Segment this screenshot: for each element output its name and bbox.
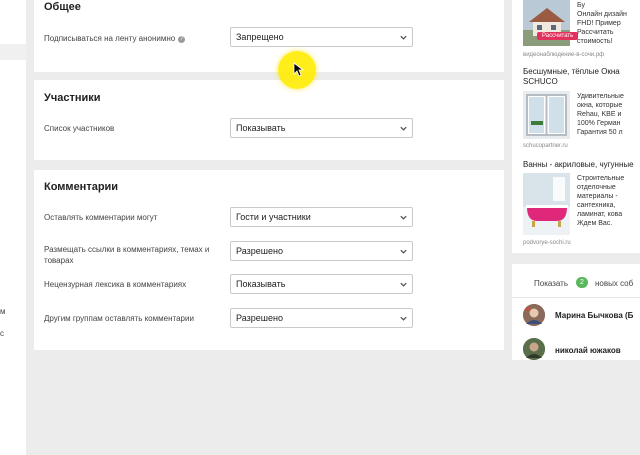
ad-3-title-line: Ванны - акриловые, чугунные <box>523 160 634 169</box>
new-count-badge[interactable]: 2 <box>576 277 588 288</box>
avatar[interactable] <box>523 338 545 360</box>
ad-1-line: Рассчитать <box>577 29 614 36</box>
row-links-label: Размещать ссылки в комментариях, темах и… <box>44 245 210 265</box>
section-general: Общее Подписываться на ленту анонимно? З… <box>34 0 504 72</box>
ad-3-line: материалы - <box>577 193 618 200</box>
anonymous-feed-select[interactable]: Запрещено <box>230 27 413 47</box>
divider <box>512 297 640 298</box>
right-column: Рассчитать Бу Онлайн дизайн FHD! Пример … <box>512 0 640 360</box>
anonymous-feed-value: Запрещено <box>236 32 284 42</box>
ad-3-line: Ждем Вас. <box>577 220 613 227</box>
links-select[interactable]: Разрешено <box>230 241 413 261</box>
ad-3-line: ламинат, кова <box>577 211 623 218</box>
ad-image-house[interactable]: Рассчитать <box>523 0 579 46</box>
ad-2-line: окна, которые <box>577 102 623 109</box>
section-members: Участники Список участников Показывать <box>34 80 504 160</box>
chevron-down-icon <box>400 316 407 321</box>
row-members-list-label: Список участников <box>44 124 115 133</box>
other-groups-value: Разрешено <box>236 313 283 323</box>
ad-2-title-line: SCHUCO <box>523 77 558 86</box>
links-value: Разрешено <box>236 246 283 256</box>
help-icon[interactable]: ? <box>178 36 186 43</box>
avatar[interactable] <box>523 304 545 326</box>
member-name[interactable]: николай южаков <box>555 346 621 355</box>
profanity-select[interactable]: Показывать <box>230 274 413 294</box>
member-name[interactable]: Марина Бычкова (Б <box>555 311 633 320</box>
section-comments-title: Комментарии <box>44 181 119 193</box>
ad-2-line: Гарантия 50 л <box>577 129 623 136</box>
left-label-a[interactable]: м <box>0 307 6 316</box>
members-list-value: Показывать <box>236 123 286 133</box>
ad-calc-badge[interactable]: Рассчитать <box>537 32 579 40</box>
chevron-down-icon <box>400 35 407 40</box>
new-events-label[interactable]: новых соб <box>595 279 633 288</box>
profanity-value: Показывать <box>236 279 286 289</box>
ad-2-url[interactable]: schucopartner.ru <box>523 143 568 149</box>
section-members-title: Участники <box>44 92 101 104</box>
chevron-down-icon <box>400 215 407 220</box>
ad-3-title[interactable]: Ванны - акриловые, чугунные <box>523 160 634 170</box>
ad-1-text[interactable]: Бу Онлайн дизайн FHD! Пример Рассчитать … <box>577 1 627 46</box>
section-general-title: Общее <box>44 1 81 13</box>
ad-3-line: сантехника, <box>577 202 616 209</box>
section-comments: Комментарии Оставлять комментарии могут … <box>34 170 504 350</box>
who-can-comment-value: Гости и участники <box>236 212 311 222</box>
ad-3-line: Строительные <box>577 175 625 182</box>
left-sidebar-strip: м с <box>0 0 26 455</box>
ad-2-title[interactable]: Бесшумные, тёплые Окна SCHUCO <box>523 67 620 87</box>
ad-2-title-line: Бесшумные, тёплые Окна <box>523 67 620 76</box>
ad-1-line: Бу <box>577 2 585 9</box>
visitors-block: Показать 2 новых соб Марина Бычкова (Б н… <box>512 264 640 360</box>
ads-block: Рассчитать Бу Онлайн дизайн FHD! Пример … <box>512 0 640 253</box>
left-block-main: м с <box>0 60 26 455</box>
row-who-can-comment-label: Оставлять комментарии могут <box>44 213 158 222</box>
ad-2-text[interactable]: Удивительные окна, которые Rehau, KBE и … <box>577 92 624 137</box>
chevron-down-icon <box>400 249 407 254</box>
show-new-label[interactable]: Показать <box>534 279 568 288</box>
ad-1-line: Онлайн дизайн <box>577 11 627 18</box>
ad-image-bathtub[interactable] <box>523 173 570 235</box>
ad-3-line: отделочные <box>577 184 616 191</box>
row-anonymous-feed-text: Подписываться на ленту анонимно <box>44 34 176 43</box>
chevron-down-icon <box>400 126 407 131</box>
members-list-select[interactable]: Показывать <box>230 118 413 138</box>
cursor-highlight <box>278 51 316 89</box>
ad-3-url[interactable]: podvorye-sochi.ru <box>523 240 571 246</box>
ad-1-line: FHD! Пример <box>577 20 621 27</box>
chevron-down-icon <box>400 282 407 287</box>
ad-2-line: Удивительные <box>577 93 624 100</box>
ad-2-line: Rehau, KBE и <box>577 111 622 118</box>
left-block-top <box>0 0 26 44</box>
cursor-arrow-icon <box>293 62 304 77</box>
who-can-comment-select[interactable]: Гости и участники <box>230 207 413 227</box>
row-profanity-label: Нецензурная лексика в комментариях <box>44 280 187 289</box>
ad-1-line: стоимость! <box>577 38 613 45</box>
row-other-groups-label: Другим группам оставлять комментарии <box>44 314 194 323</box>
ad-3-text[interactable]: Строительные отделочные материалы - сант… <box>577 174 624 228</box>
ad-2-line: 100% Герман <box>577 120 621 127</box>
left-label-b[interactable]: с <box>0 329 4 338</box>
ad-1-url[interactable]: видеонаблюдение-в-сочи.рф <box>523 52 604 58</box>
other-groups-select[interactable]: Разрешено <box>230 308 413 328</box>
ad-image-window[interactable] <box>523 91 570 139</box>
row-anonymous-feed-label: Подписываться на ленту анонимно? <box>44 33 186 44</box>
